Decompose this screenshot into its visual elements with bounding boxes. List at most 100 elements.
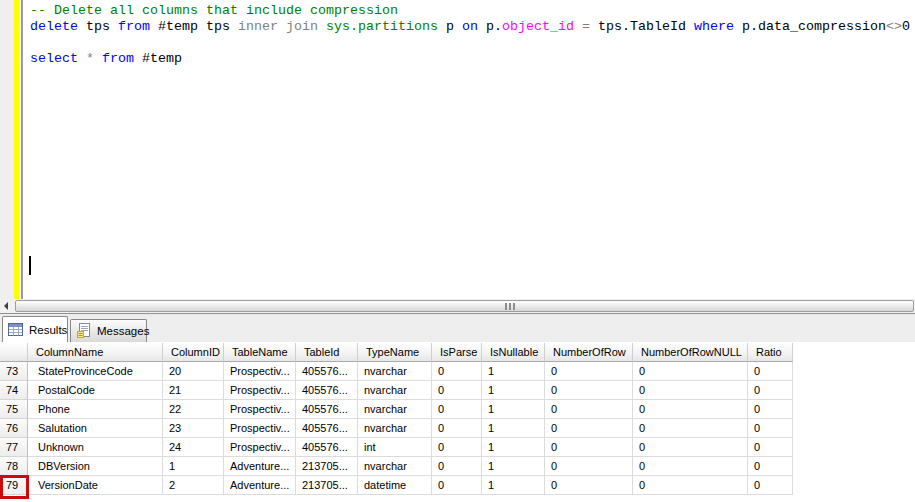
grid-cell[interactable]: Salutation — [28, 419, 163, 438]
row-number-73[interactable]: 73 — [0, 362, 28, 381]
grid-cell[interactable]: 0 — [633, 457, 748, 476]
grid-cell[interactable]: nvarchar — [358, 419, 432, 438]
grid-cell[interactable]: 1 — [482, 438, 545, 457]
grid-cell[interactable]: PostalCode — [28, 381, 163, 400]
grid-cell[interactable]: nvarchar — [358, 362, 432, 381]
grid-cell[interactable]: 0 — [545, 400, 633, 419]
grid-row: 79VersionDate2Adventure...213705...datet… — [0, 476, 793, 495]
grid-cell[interactable]: Adventure... — [224, 457, 296, 476]
grid-cell[interactable]: 0 — [432, 476, 482, 495]
grid-cell[interactable]: Prospectiv... — [224, 419, 296, 438]
tab-results-label: Results — [29, 324, 67, 336]
grid-cell[interactable]: 0 — [432, 381, 482, 400]
row-number-77[interactable]: 77 — [0, 438, 28, 457]
grid-cell[interactable]: 213705... — [296, 457, 358, 476]
grid-cell[interactable]: 0 — [545, 419, 633, 438]
grid-cell[interactable]: Prospectiv... — [224, 400, 296, 419]
grid-cell[interactable]: 0 — [748, 438, 793, 457]
column-header-isnullable[interactable]: IsNullable — [482, 343, 545, 362]
tab-results[interactable]: Results — [2, 316, 68, 342]
grid-cell[interactable]: Prospectiv... — [224, 438, 296, 457]
grid-cell[interactable]: 0 — [432, 457, 482, 476]
grid-cell[interactable]: 0 — [545, 438, 633, 457]
grid-cell[interactable]: 0 — [545, 362, 633, 381]
row-number-74[interactable]: 74 — [0, 381, 28, 400]
grid-cell[interactable]: 1 — [482, 457, 545, 476]
column-header-columnname[interactable]: ColumnName — [28, 343, 163, 362]
grid-cell[interactable]: 1 — [482, 476, 545, 495]
scroll-left-arrow-button[interactable] — [0, 299, 15, 313]
grid-cell[interactable]: 2 — [163, 476, 224, 495]
grid-row: 75Phone22Prospectiv...405576...nvarchar0… — [0, 400, 793, 419]
sql-code[interactable]: -- Delete all columns that include compr… — [30, 3, 910, 67]
grid-cell[interactable]: 405576... — [296, 419, 358, 438]
column-header-tablename[interactable]: TableName — [224, 343, 296, 362]
horizontal-scrollbar[interactable] — [0, 299, 915, 313]
grid-cell[interactable]: Unknown — [28, 438, 163, 457]
scrollbar-thumb[interactable] — [15, 300, 914, 312]
query-editor[interactable]: -- Delete all columns that include compr… — [0, 0, 915, 299]
grid-cell[interactable]: 1 — [482, 381, 545, 400]
row-number-76[interactable]: 76 — [0, 419, 28, 438]
grid-cell[interactable]: Prospectiv... — [224, 381, 296, 400]
grid-cell[interactable]: 0 — [748, 400, 793, 419]
row-number-75[interactable]: 75 — [0, 400, 28, 419]
grid-cell[interactable]: int — [358, 438, 432, 457]
grid-cell[interactable]: 0 — [633, 419, 748, 438]
grid-cell[interactable]: 0 — [748, 362, 793, 381]
grid-cell[interactable]: 405576... — [296, 438, 358, 457]
results-grid-pane: ColumnNameColumnIDTableNameTableIdTypeNa… — [0, 342, 915, 502]
grid-cell[interactable]: 0 — [545, 476, 633, 495]
grid-cell[interactable]: 0 — [748, 419, 793, 438]
row-number-78[interactable]: 78 — [0, 457, 28, 476]
grid-cell[interactable]: 0 — [633, 381, 748, 400]
grid-cell[interactable]: StateProvinceCode — [28, 362, 163, 381]
grid-cell[interactable]: nvarchar — [358, 400, 432, 419]
column-header-numberofrow[interactable]: NumberOfRow — [545, 343, 633, 362]
grid-cell[interactable]: Phone — [28, 400, 163, 419]
grid-cell[interactable]: datetime — [358, 476, 432, 495]
grid-cell[interactable]: 1 — [482, 362, 545, 381]
grid-cell[interactable]: 405576... — [296, 362, 358, 381]
grid-cell[interactable]: 405576... — [296, 400, 358, 419]
grid-cell[interactable]: 24 — [163, 438, 224, 457]
grid-cell[interactable]: 0 — [432, 419, 482, 438]
grid-cell[interactable]: 0 — [432, 438, 482, 457]
tab-messages[interactable]: Messages — [70, 319, 147, 342]
column-header-numberofrownull[interactable]: NumberOfRowNULL — [633, 343, 748, 362]
grid-corner-cell[interactable] — [0, 343, 28, 362]
grid-cell[interactable]: 0 — [432, 362, 482, 381]
grid-cell[interactable]: nvarchar — [358, 457, 432, 476]
grid-cell[interactable]: Prospectiv... — [224, 362, 296, 381]
grid-cell[interactable]: 405576... — [296, 381, 358, 400]
grid-cell[interactable]: nvarchar — [358, 381, 432, 400]
grid-cell[interactable]: 0 — [748, 457, 793, 476]
grid-cell[interactable]: 213705... — [296, 476, 358, 495]
grid-cell[interactable]: VersionDate — [28, 476, 163, 495]
column-header-columnid[interactable]: ColumnID — [163, 343, 224, 362]
grid-cell[interactable]: 0 — [545, 457, 633, 476]
grid-cell[interactable]: 21 — [163, 381, 224, 400]
grid-cell[interactable]: 0 — [545, 381, 633, 400]
grid-cell[interactable]: 0 — [633, 400, 748, 419]
column-header-isparse[interactable]: IsParse — [432, 343, 482, 362]
grid-cell[interactable]: 20 — [163, 362, 224, 381]
grid-cell[interactable]: 0 — [633, 476, 748, 495]
tab-messages-label: Messages — [97, 325, 149, 337]
column-header-tableid[interactable]: TableId — [296, 343, 358, 362]
grid-cell[interactable]: 23 — [163, 419, 224, 438]
grid-cell[interactable]: 0 — [432, 400, 482, 419]
grid-cell[interactable]: 0 — [748, 381, 793, 400]
grid-cell[interactable]: 1 — [163, 457, 224, 476]
column-header-typename[interactable]: TypeName — [358, 343, 432, 362]
grid-cell[interactable]: 0 — [633, 438, 748, 457]
grid-cell[interactable]: 0 — [748, 476, 793, 495]
grid-cell[interactable]: 1 — [482, 419, 545, 438]
grid-cell[interactable]: 22 — [163, 400, 224, 419]
results-grid[interactable]: ColumnNameColumnIDTableNameTableIdTypeNa… — [0, 343, 793, 495]
grid-cell[interactable]: Adventure... — [224, 476, 296, 495]
grid-cell[interactable]: 1 — [482, 400, 545, 419]
column-header-ratio[interactable]: Ratio — [748, 343, 793, 362]
grid-cell[interactable]: DBVersion — [28, 457, 163, 476]
grid-cell[interactable]: 0 — [633, 362, 748, 381]
